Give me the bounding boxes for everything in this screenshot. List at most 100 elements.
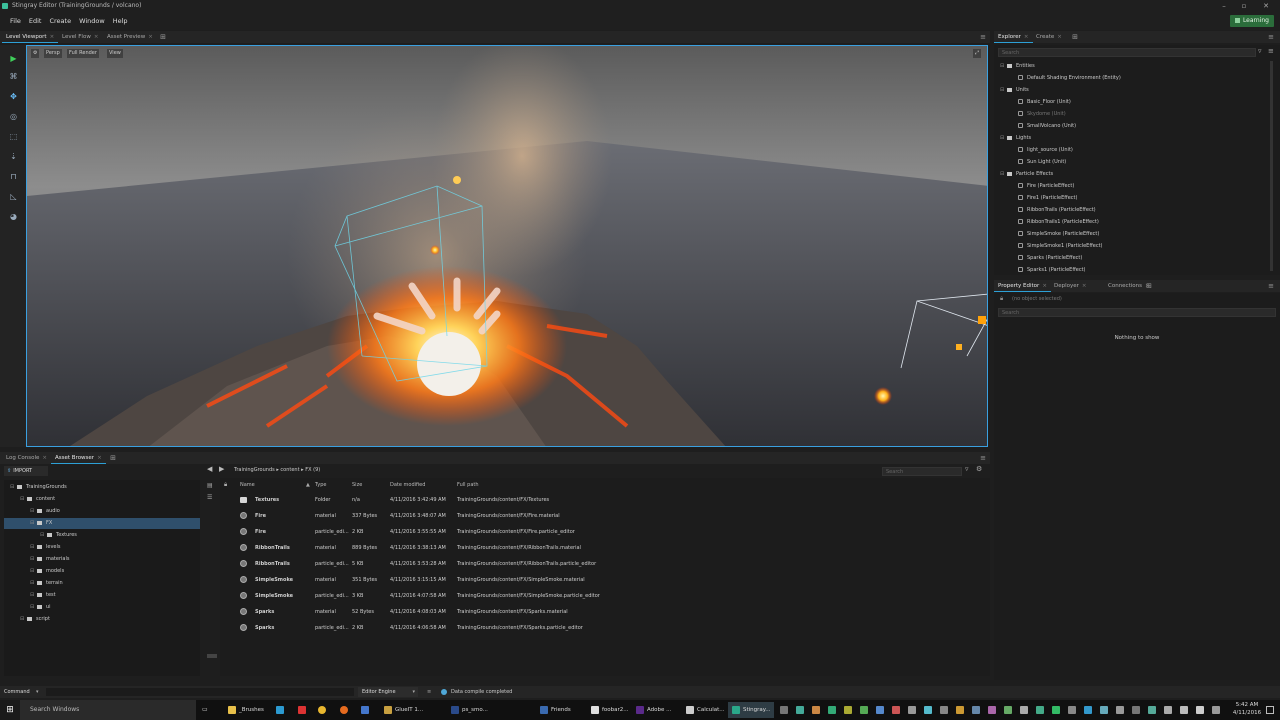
forward-arrow-icon[interactable]: ▶ bbox=[219, 465, 224, 473]
asset-row[interactable]: Fire material 337 Bytes 4/11/2016 3:48:07 A… bbox=[220, 508, 990, 524]
expand-icon[interactable]: ⊟ bbox=[30, 554, 35, 565]
firefox-icon[interactable] bbox=[340, 706, 348, 714]
maximize-viewport-icon[interactable]: ⤢ bbox=[973, 49, 982, 58]
folder-tree-item[interactable]: ⊟ content bbox=[4, 494, 200, 505]
tab-log-console[interactable]: Log Console × bbox=[2, 452, 51, 464]
network-icon[interactable] bbox=[1180, 706, 1188, 714]
folder-tree-item[interactable]: ⊟ audio bbox=[4, 506, 200, 517]
expand-icon[interactable]: ⊟ bbox=[30, 518, 35, 529]
explorer-item[interactable]: Basic_Floor (Unit) bbox=[1018, 97, 1071, 108]
tray-icon[interactable] bbox=[1148, 706, 1156, 714]
menu-help[interactable]: Help bbox=[109, 12, 132, 30]
menu-edit[interactable]: Edit bbox=[25, 12, 46, 30]
folder-tree-item[interactable]: ⊟ terrain bbox=[4, 578, 200, 589]
tab-level-viewport[interactable]: Level Viewport × bbox=[2, 31, 59, 43]
explorer-group[interactable]: ⊟ Particle Effects bbox=[1000, 169, 1053, 180]
engine-select[interactable]: Editor Engine ▾ bbox=[358, 687, 418, 697]
paint-tool-icon[interactable]: ◕ bbox=[8, 211, 19, 222]
add-tab-icon[interactable]: ⊞ bbox=[108, 452, 118, 464]
tray-icon[interactable] bbox=[988, 706, 996, 714]
tray-icon[interactable] bbox=[828, 706, 836, 714]
gamepad-icon[interactable]: ⌘ bbox=[8, 71, 19, 82]
learning-button[interactable]: Learning bbox=[1229, 15, 1274, 27]
tray-icon[interactable] bbox=[780, 706, 788, 714]
asset-row[interactable]: Fire particle_edi... 2 KB 4/11/2016 3:55:55… bbox=[220, 524, 990, 540]
back-arrow-icon[interactable]: ◀ bbox=[207, 465, 212, 473]
keyboard-icon[interactable] bbox=[1212, 706, 1220, 714]
asset-row[interactable]: SimpleSmoke particle_edi... 3 KB 4/11/2016 … bbox=[220, 588, 990, 604]
task-view-icon[interactable]: ▭ bbox=[202, 700, 214, 720]
tray-icon[interactable] bbox=[796, 706, 804, 714]
tray-icon[interactable] bbox=[876, 706, 884, 714]
explorer-search-input[interactable]: Search bbox=[998, 48, 1256, 57]
explorer-scrollbar[interactable] bbox=[1270, 61, 1273, 271]
asset-row[interactable]: Sparks material 52 Bytes 4/11/2016 4:08:03 … bbox=[220, 604, 990, 620]
close-tab-icon[interactable]: × bbox=[97, 455, 102, 461]
tray-icon[interactable] bbox=[1116, 706, 1124, 714]
folder-tree-item[interactable]: ⊟ script bbox=[4, 614, 200, 625]
column-date-modified[interactable]: Date modified bbox=[390, 478, 425, 492]
folder-tree-item[interactable]: ⊟ models bbox=[4, 566, 200, 577]
command-input[interactable] bbox=[46, 688, 354, 696]
menu-create[interactable]: Create bbox=[45, 12, 75, 30]
folder-tree-item[interactable]: ⊟ Textures bbox=[4, 530, 200, 541]
folder-tree-item[interactable]: ⊟ levels bbox=[4, 542, 200, 553]
column-name[interactable]: Name bbox=[240, 478, 255, 492]
explorer-group[interactable]: ⊟ Lights bbox=[1000, 133, 1031, 144]
explorer-item[interactable]: Fire1 (ParticleEffect) bbox=[1018, 193, 1077, 204]
close-tab-icon[interactable]: × bbox=[1024, 34, 1029, 40]
volume-icon[interactable] bbox=[1196, 706, 1204, 714]
level-viewport[interactable]: ⚙ Persp Full Render View ⤢ bbox=[26, 45, 988, 447]
tray-icon[interactable] bbox=[1036, 706, 1044, 714]
add-tab-icon[interactable]: ⊞ bbox=[1144, 280, 1154, 292]
snap-tool-icon[interactable]: ⊓ bbox=[8, 171, 19, 182]
tab-create[interactable]: Create × bbox=[1032, 31, 1066, 43]
persp-button[interactable]: Persp bbox=[44, 49, 62, 58]
close-tab-icon[interactable]: × bbox=[1082, 283, 1087, 289]
asset-search-input[interactable]: Search bbox=[882, 467, 962, 476]
filter-icon[interactable]: ▿ bbox=[1258, 47, 1262, 55]
taskbar-app[interactable]: Stingray... bbox=[728, 702, 774, 718]
collapse-icon[interactable]: ⊟ bbox=[1000, 169, 1005, 180]
move-tool-icon[interactable]: ✥ bbox=[8, 91, 19, 102]
app-blue-icon[interactable] bbox=[361, 706, 369, 714]
asset-row[interactable]: Sparks particle_edi... 2 KB 4/11/2016 4:06:… bbox=[220, 620, 990, 636]
explorer-item[interactable]: SmallVolcano (Unit) bbox=[1018, 121, 1076, 132]
settings-icon[interactable]: ⚙ bbox=[976, 465, 982, 473]
close-tab-icon[interactable]: × bbox=[50, 34, 55, 40]
close-tab-icon[interactable]: × bbox=[1057, 34, 1062, 40]
tray-icon[interactable] bbox=[1132, 706, 1140, 714]
explorer-item[interactable]: Sparks (ParticleEffect) bbox=[1018, 253, 1082, 264]
panel-menu-icon[interactable]: ≡ bbox=[978, 31, 988, 43]
breadcrumb[interactable]: TrainingGrounds ▸ content ▸ FX (9) bbox=[234, 467, 320, 473]
panel-menu-icon[interactable]: ≡ bbox=[1266, 280, 1276, 292]
menu-window[interactable]: Window bbox=[75, 12, 109, 30]
explorer-item[interactable]: Skydome (Unit) bbox=[1018, 109, 1066, 120]
tab-property-editor[interactable]: Property Editor × bbox=[994, 280, 1051, 292]
collapse-icon[interactable]: ⊟ bbox=[1000, 85, 1005, 96]
log-icon[interactable]: ≡ bbox=[427, 686, 431, 698]
taskbar-app[interactable]: Friends bbox=[536, 702, 582, 718]
notifications-icon[interactable] bbox=[1266, 706, 1274, 714]
tray-icon[interactable] bbox=[972, 706, 980, 714]
scale-tool-icon[interactable]: ⬚ bbox=[8, 131, 19, 142]
chevron-down-icon[interactable]: ▾ bbox=[36, 686, 39, 698]
menu-file[interactable]: File bbox=[6, 12, 25, 30]
tray-icon[interactable] bbox=[892, 706, 900, 714]
minimize-icon[interactable]: – bbox=[1214, 0, 1234, 12]
list-view-icon[interactable]: ☰ bbox=[207, 494, 212, 501]
folder-tree-item[interactable]: ⊟ test bbox=[4, 590, 200, 601]
add-tab-icon[interactable]: ⊞ bbox=[1070, 31, 1080, 43]
close-tab-icon[interactable]: × bbox=[1042, 283, 1047, 289]
render-mode-button[interactable]: Full Render bbox=[67, 49, 99, 58]
maximize-icon[interactable]: ▫ bbox=[1234, 0, 1254, 12]
expand-icon[interactable]: ⊟ bbox=[30, 506, 35, 517]
panel-menu-icon[interactable]: ≡ bbox=[978, 452, 988, 464]
expand-icon[interactable]: ⊟ bbox=[30, 542, 35, 553]
close-tab-icon[interactable]: × bbox=[148, 34, 153, 40]
tray-icon[interactable] bbox=[940, 706, 948, 714]
folder-view-icon[interactable]: ▤ bbox=[207, 482, 213, 489]
column-size[interactable]: Size bbox=[352, 478, 362, 492]
taskbar-app[interactable]: _Brushes bbox=[224, 702, 270, 718]
expand-icon[interactable]: ⊟ bbox=[10, 482, 15, 493]
